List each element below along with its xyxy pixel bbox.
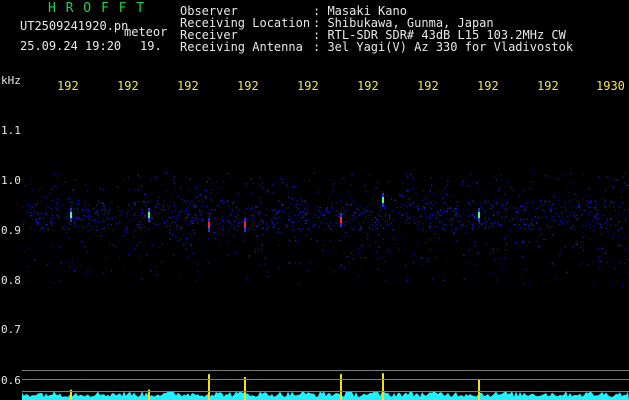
freq-tick: 1.0 <box>1 174 21 187</box>
time-tick: 192 <box>417 79 439 93</box>
echo-spike <box>478 379 480 400</box>
echo-spike <box>208 374 210 400</box>
echo-spike <box>340 374 342 400</box>
freq-tick: 0.6 <box>1 374 21 387</box>
echo-spike <box>382 373 384 400</box>
meteor-echo <box>70 208 72 222</box>
level-reference-line <box>22 391 629 392</box>
time-tick: 192 <box>117 79 139 93</box>
antenna-value: : 3el Yagi(V) Az 330 for Vladivostok <box>313 40 574 54</box>
time-tick: 192 <box>477 79 499 93</box>
echo-spike <box>244 377 246 400</box>
time-tick: 192 <box>537 79 559 93</box>
freq-tick: 0.7 <box>1 323 21 336</box>
spectrogram <box>22 172 629 400</box>
signal-level-trace <box>22 373 629 400</box>
freq-tick: 0.8 <box>1 274 21 287</box>
meteor-echo <box>208 218 210 232</box>
freq-tick: 0.9 <box>1 224 21 237</box>
hrofft-brand: H R O F F T <box>48 1 146 16</box>
freq-unit-label: kHz <box>1 74 21 87</box>
time-tick: 192 <box>237 79 259 93</box>
time-tick: 192 <box>297 79 319 93</box>
time-tick: 192 <box>177 79 199 93</box>
level-reference-line <box>22 379 629 380</box>
level-reference-line <box>22 370 629 371</box>
meteor-echo <box>382 193 384 207</box>
datetime-label: 25.09.24 19:20 <box>20 39 122 53</box>
meteor-echo <box>340 213 342 227</box>
count-label: 19. <box>140 39 162 53</box>
meteor-echo <box>244 218 246 232</box>
time-tick: 192 <box>57 79 79 93</box>
detection-type-label: meteor <box>124 25 168 39</box>
time-tick: 192 <box>357 79 379 93</box>
meteor-echo <box>148 208 150 222</box>
time-tick: 1930 <box>596 79 625 93</box>
noise-band <box>22 172 629 286</box>
filename-label: UT2509241920.pn <box>20 19 129 33</box>
freq-tick: 1.1 <box>1 124 21 137</box>
meteor-echo <box>478 208 480 222</box>
antenna-label: Receiving Antenna <box>180 40 303 54</box>
